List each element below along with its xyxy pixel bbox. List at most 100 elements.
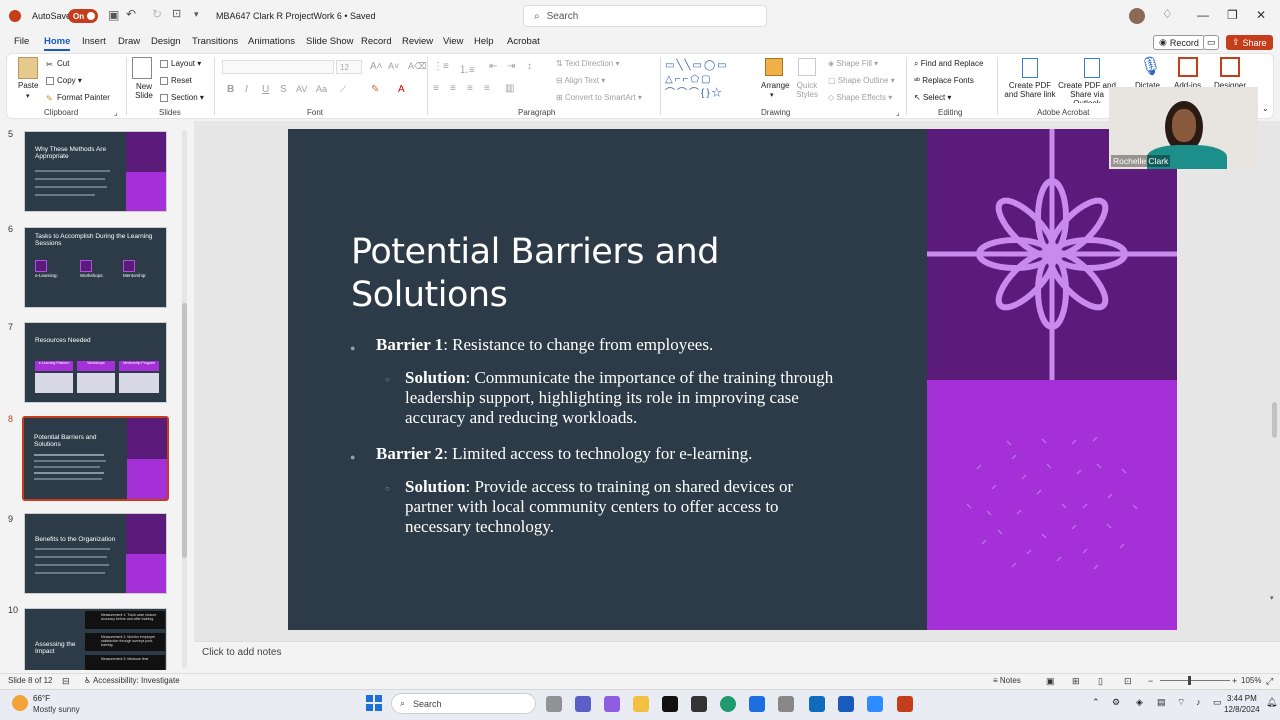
word-icon[interactable] [838, 696, 854, 712]
notes-placeholder[interactable]: Click to add notes [202, 647, 282, 658]
zoom-slider[interactable] [1160, 680, 1230, 681]
addins-icon[interactable] [1178, 57, 1198, 77]
zoom-app-icon[interactable] [867, 696, 883, 712]
convert-smartart-button[interactable]: ⊞ Convert to SmartArt ▾ [556, 93, 642, 102]
share-button[interactable]: ⇪ Share [1226, 35, 1273, 50]
close-icon[interactable]: ✕ [1256, 8, 1266, 22]
decrease-font-icon[interactable]: A˅ [388, 61, 399, 71]
clear-format-icon[interactable]: A⌫ [408, 61, 427, 72]
find-replace-button[interactable]: ⌕ Find and Replace [914, 59, 983, 69]
windows-start-icon[interactable] [366, 695, 382, 711]
copilot-icon[interactable]: ♢ [1162, 7, 1173, 21]
align-text-button[interactable]: ⊟ Align Text ▾ [556, 76, 605, 85]
barrier-2[interactable]: Barrier 2: Limited access to technology … [376, 444, 896, 464]
present-icon[interactable]: ⊡ [172, 7, 181, 20]
create-pdf-share-button[interactable]: Create PDF and Share link [1003, 81, 1057, 99]
shape-fill-button[interactable]: ◈ Shape Fill ▾ [828, 59, 878, 68]
font-size-select[interactable]: 12 [336, 60, 362, 74]
notification-bell-icon[interactable]: 🔔︎ [1266, 697, 1277, 708]
columns-icon[interactable]: ▥ [505, 83, 514, 94]
camera-icon[interactable] [778, 696, 794, 712]
amazon-icon[interactable] [662, 696, 678, 712]
dropbox-icon[interactable] [749, 696, 765, 712]
quick-styles-icon[interactable] [798, 58, 816, 76]
new-slide-icon[interactable] [132, 57, 152, 79]
tab-transitions[interactable]: Transitions [192, 36, 238, 47]
thumbnails-scroll-thumb[interactable] [182, 303, 187, 558]
shapes-gallery[interactable]: ▭╲╲▭◯▭ △⌐⌐⬠▢ ⌒⌒⌒{}☆ [665, 59, 759, 103]
quick-styles-button[interactable]: Quick Styles [794, 81, 820, 99]
taskbar-search[interactable]: ⌕ Search [391, 693, 536, 714]
avatar[interactable] [1129, 8, 1145, 24]
weather-icon[interactable] [12, 695, 28, 711]
notes-button[interactable]: ≡ Notes [993, 676, 1021, 685]
record-button[interactable]: ◉ Record [1153, 35, 1205, 50]
tab-record[interactable]: Record [361, 36, 392, 47]
tab-view[interactable]: View [443, 36, 463, 47]
shape-effects-button[interactable]: ◇ Shape Effects ▾ [828, 93, 892, 102]
select-button[interactable]: ↖ Select ▾ [914, 93, 951, 102]
designer-icon[interactable] [1220, 57, 1240, 77]
decrease-indent-icon[interactable]: ⇤ [489, 61, 497, 72]
maximize-icon[interactable]: ❐ [1227, 8, 1238, 22]
zoom-out-icon[interactable]: − [1148, 676, 1153, 686]
slide-thumbnail-9[interactable]: Benefits to the Organization [24, 513, 167, 594]
tab-animations[interactable]: Animations [248, 36, 295, 47]
tab-draw[interactable]: Draw [118, 36, 140, 47]
align-left-icon[interactable]: ≡ [433, 83, 439, 94]
solution-2[interactable]: Solution: Provide access to training on … [405, 477, 845, 537]
zoom-level[interactable]: 105% [1241, 676, 1261, 685]
tab-acrobat[interactable]: Acrobat [507, 36, 540, 47]
collapse-ribbon-icon[interactable]: ⌄ [1262, 104, 1269, 113]
paste-icon[interactable] [18, 57, 38, 79]
clock-date[interactable]: 12/8/2024 [1224, 705, 1260, 714]
fit-slide-icon[interactable]: ⤢ [1266, 676, 1273, 687]
slideshow-icon[interactable]: ⊡ [1124, 676, 1132, 687]
search-input[interactable]: ⌕ Search [523, 5, 767, 27]
pdf-share-icon[interactable] [1022, 58, 1038, 78]
webcam-overlay[interactable]: Rochelle Clark [1109, 87, 1258, 169]
align-center-icon[interactable]: ≡ [450, 83, 456, 94]
slide-thumbnail-6[interactable]: Tasks to Accomplish During the Learning … [24, 227, 167, 308]
tab-help[interactable]: Help [474, 36, 494, 47]
dictate-icon[interactable]: 🎙︎ [1139, 56, 1162, 77]
tray-app-icon[interactable]: ▤ [1157, 697, 1166, 708]
document-title[interactable]: MBA647 Clark R ProjectWork 6 • Saved [216, 11, 376, 21]
redo-icon[interactable]: ↻ [152, 7, 162, 21]
save-icon[interactable]: ▣ [108, 8, 119, 22]
layout-button[interactable]: Layout ▾ [160, 59, 201, 68]
reading-view-icon[interactable]: ▯ [1098, 676, 1103, 687]
zoom-in-icon[interactable]: + [1232, 676, 1237, 686]
replace-fonts-button[interactable]: ᵃᵇ Replace Fonts [914, 76, 974, 85]
spacing-icon[interactable]: AV [296, 84, 307, 94]
increase-font-icon[interactable]: A˄ [370, 61, 383, 72]
outlook-icon[interactable] [809, 696, 825, 712]
zoom-slider-thumb[interactable] [1188, 676, 1191, 685]
increase-indent-icon[interactable]: ⇥ [507, 61, 515, 72]
numbering-icon[interactable]: ⒈≡ [459, 61, 475, 76]
justify-icon[interactable]: ≡ [484, 83, 490, 94]
case-icon[interactable]: Aa [316, 84, 327, 94]
section-button[interactable]: Section ▾ [160, 93, 204, 102]
format-painter-button[interactable]: ✎ Format Painter [46, 93, 110, 103]
slide-thumbnail-5[interactable]: Why These Methods Are Appropriate [24, 131, 167, 212]
dialog-launcher-icon[interactable]: ⌟ [896, 108, 900, 117]
italic-icon[interactable]: I [245, 84, 248, 95]
font-name-select[interactable] [222, 60, 334, 74]
tab-review[interactable]: Review [402, 36, 433, 47]
arrange-button[interactable]: Arrange [761, 81, 789, 90]
comments-icon[interactable]: ▭ [1203, 35, 1219, 50]
tab-file[interactable]: File [14, 36, 29, 47]
underline-icon[interactable]: U [262, 84, 269, 95]
tray-app-icon[interactable]: ⚙ [1112, 697, 1120, 708]
slide-canvas[interactable]: Potential Barriers and Solutions ● Barri… [288, 129, 1177, 630]
cut-button[interactable]: ✂ Cut [46, 59, 69, 69]
slide-thumbnail-7[interactable]: Resources Needed e-Learning Platform Wor… [24, 322, 167, 403]
slide-thumbnail-10[interactable]: Assessing the Impact Measurement 1: Trac… [24, 608, 167, 670]
align-right-icon[interactable]: ≡ [467, 83, 473, 94]
shape-outline-button[interactable]: ▢ Shape Outline ▾ [828, 76, 895, 85]
scroll-down-icon[interactable]: ▾ [1270, 594, 1274, 602]
strikethrough-icon[interactable]: S [280, 84, 287, 95]
new-slide-button[interactable]: New Slide [132, 82, 156, 100]
reset-button[interactable]: Reset [160, 76, 192, 85]
